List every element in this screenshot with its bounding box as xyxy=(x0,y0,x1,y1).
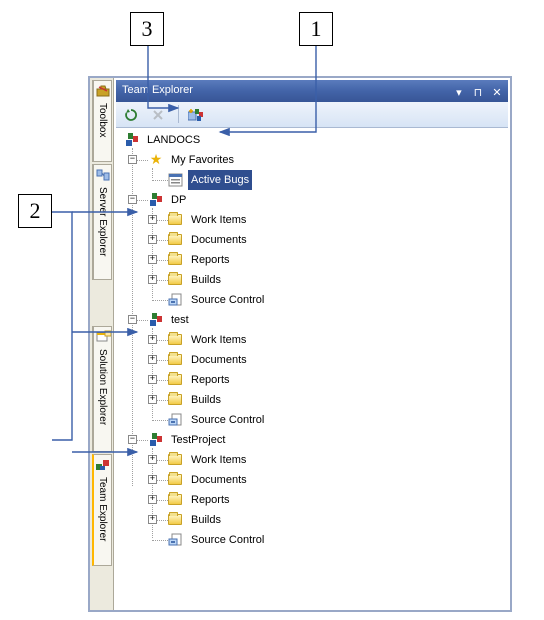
callout-3: 3 xyxy=(130,12,164,46)
callout-2: 2 xyxy=(18,194,52,228)
callout-1: 1 xyxy=(299,12,333,46)
